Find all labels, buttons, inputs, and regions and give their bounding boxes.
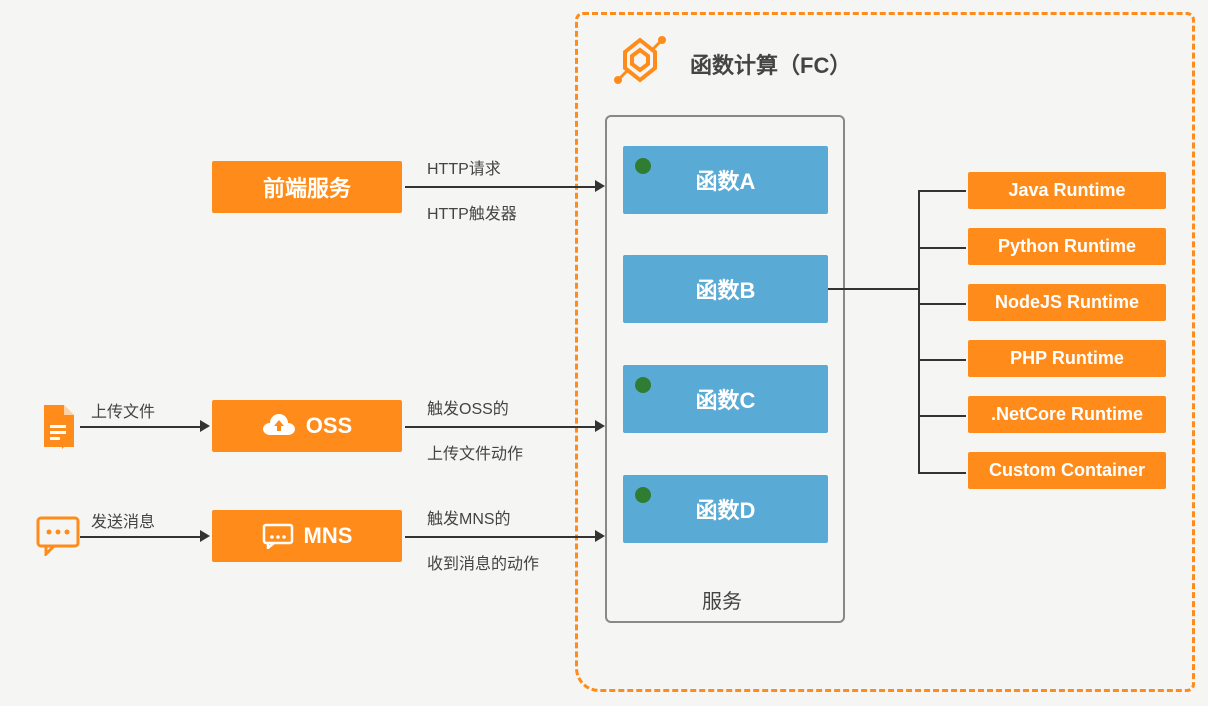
- bracket: [918, 359, 966, 361]
- bracket: [918, 303, 966, 305]
- fc-logo-icon: [610, 30, 670, 90]
- bracket: [918, 415, 966, 417]
- arrow: [405, 186, 595, 188]
- http-req-label: HTTP请求: [427, 155, 501, 179]
- file-icon: [38, 403, 78, 451]
- function-label: 函数C: [696, 383, 756, 415]
- arrow: [80, 426, 200, 428]
- bracket: [918, 190, 920, 474]
- runtime-php: PHP Runtime: [968, 340, 1166, 377]
- arrow-head-icon: [595, 180, 605, 192]
- mns-trigger-label2: 收到消息的动作: [427, 550, 539, 574]
- bracket: [828, 288, 918, 290]
- bracket: [918, 247, 966, 249]
- oss-label: OSS: [306, 413, 352, 439]
- service-label: 服务: [702, 585, 742, 614]
- send-msg-label: 发送消息: [91, 508, 155, 532]
- runtime-python: Python Runtime: [968, 228, 1166, 265]
- upload-file-label: 上传文件: [91, 398, 155, 422]
- bracket: [918, 472, 966, 474]
- arrow-head-icon: [595, 420, 605, 432]
- arrow: [80, 536, 200, 538]
- arrow: [405, 536, 595, 538]
- function-label: 函数B: [696, 273, 756, 305]
- frontend-box: 前端服务: [212, 161, 402, 213]
- cloud-upload-icon: [262, 413, 296, 439]
- mns-label: MNS: [304, 523, 353, 549]
- function-b: 函数B: [623, 255, 828, 323]
- function-c: 函数C: [623, 365, 828, 433]
- runtime-nodejs: NodeJS Runtime: [968, 284, 1166, 321]
- fc-title: 函数计算（FC）: [690, 48, 851, 80]
- function-d: 函数D: [623, 475, 828, 543]
- runtime-custom: Custom Container: [968, 452, 1166, 489]
- status-dot-icon: [635, 377, 651, 393]
- http-trigger-label: HTTP触发器: [427, 200, 517, 224]
- frontend-label: 前端服务: [263, 171, 351, 203]
- oss-trigger-label1: 触发OSS的: [427, 395, 509, 419]
- status-dot-icon: [635, 487, 651, 503]
- oss-box: OSS: [212, 400, 402, 452]
- function-a: 函数A: [623, 146, 828, 214]
- chat-icon: [36, 516, 80, 556]
- message-icon: [262, 523, 294, 549]
- runtime-netcore: .NetCore Runtime: [968, 396, 1166, 433]
- arrow-head-icon: [200, 530, 210, 542]
- oss-trigger-label2: 上传文件动作: [427, 440, 523, 464]
- runtime-java: Java Runtime: [968, 172, 1166, 209]
- mns-box: MNS: [212, 510, 402, 562]
- mns-trigger-label1: 触发MNS的: [427, 505, 511, 529]
- status-dot-icon: [635, 158, 651, 174]
- function-label: 函数D: [696, 493, 756, 525]
- arrow-head-icon: [200, 420, 210, 432]
- bracket: [918, 190, 966, 192]
- arrow-head-icon: [595, 530, 605, 542]
- arrow: [405, 426, 595, 428]
- function-label: 函数A: [696, 164, 756, 196]
